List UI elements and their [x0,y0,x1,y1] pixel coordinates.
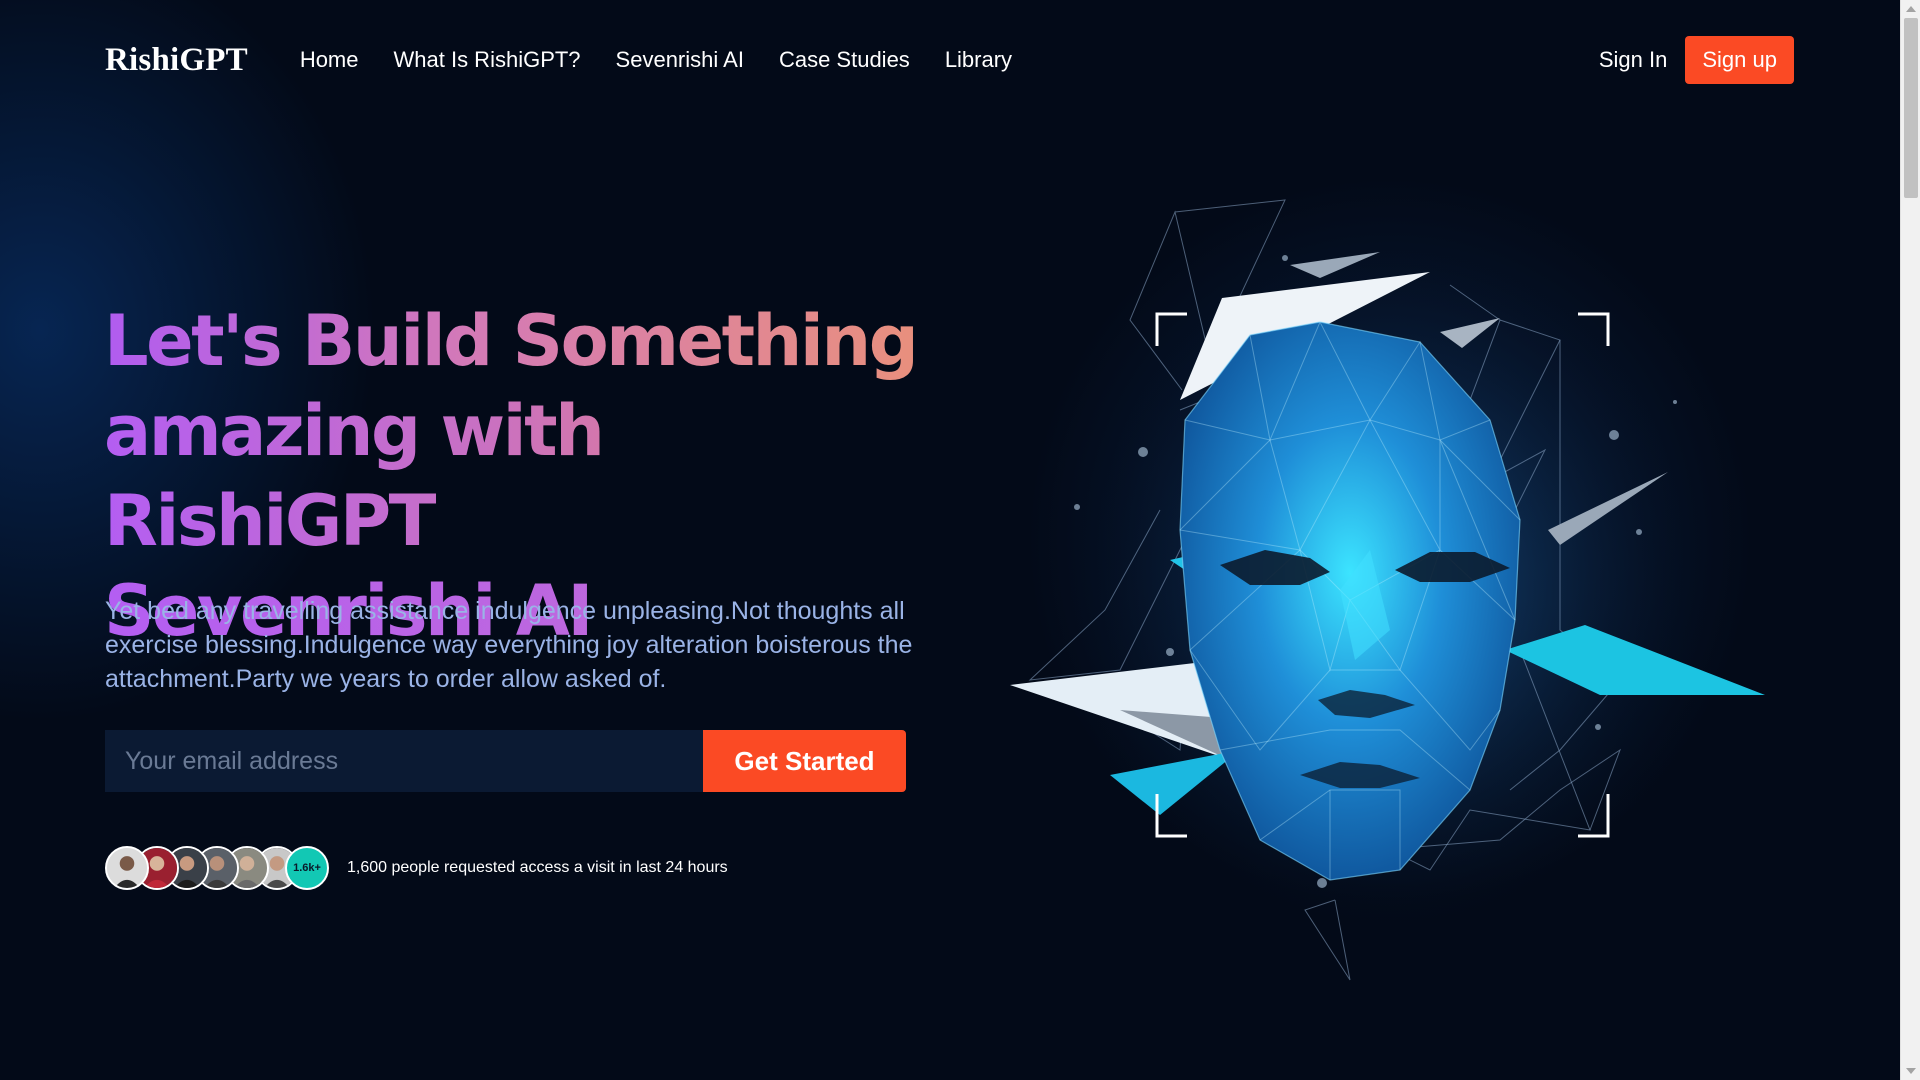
email-signup-form: Get Started [105,730,906,792]
top-navigation: RishiGPT Home What Is RishiGPT? Sevenris… [105,36,1794,84]
nav-actions: Sign In Sign up [1599,36,1794,84]
nav-link-case-studies[interactable]: Case Studies [779,47,910,73]
nav-link-sevenrishi-ai[interactable]: Sevenrishi AI [616,47,744,73]
hero-subtext: Yet bed any travelling assistance indulg… [105,597,913,693]
headline-line-2: amazing with RishiGPT [104,386,924,566]
avatar [105,846,149,890]
scroll-up-icon[interactable] [1906,6,1916,12]
nav-link-library[interactable]: Library [945,47,1012,73]
sign-up-button[interactable]: Sign up [1685,36,1794,84]
vertical-scrollbar[interactable] [1900,0,1920,1080]
email-input[interactable] [105,730,703,792]
social-proof-text: 1,600 people requested access a visit in… [347,859,728,876]
headline-line-1: Let's Build Something [104,296,924,386]
landing-page: RishiGPT Home What Is RishiGPT? Sevenris… [0,0,1900,1080]
avatar-stack: 1.6k+ [105,846,329,890]
polygonal-face-illustration [1000,190,1780,1010]
scrollbar-thumb[interactable] [1904,18,1918,198]
get-started-button[interactable]: Get Started [703,730,906,792]
avatar-count-badge: 1.6k+ [285,846,329,890]
nav-link-what-is-rishigpt[interactable]: What Is RishiGPT? [394,47,581,73]
nav-link-home[interactable]: Home [300,47,359,73]
social-proof: 1.6k+ 1,600 people requested access a vi… [105,846,728,890]
logo[interactable]: RishiGPT [105,42,248,79]
sign-in-link[interactable]: Sign In [1599,47,1668,73]
scroll-down-icon[interactable] [1906,1068,1916,1074]
nav-links: Home What Is RishiGPT? Sevenrishi AI Cas… [300,47,1012,73]
